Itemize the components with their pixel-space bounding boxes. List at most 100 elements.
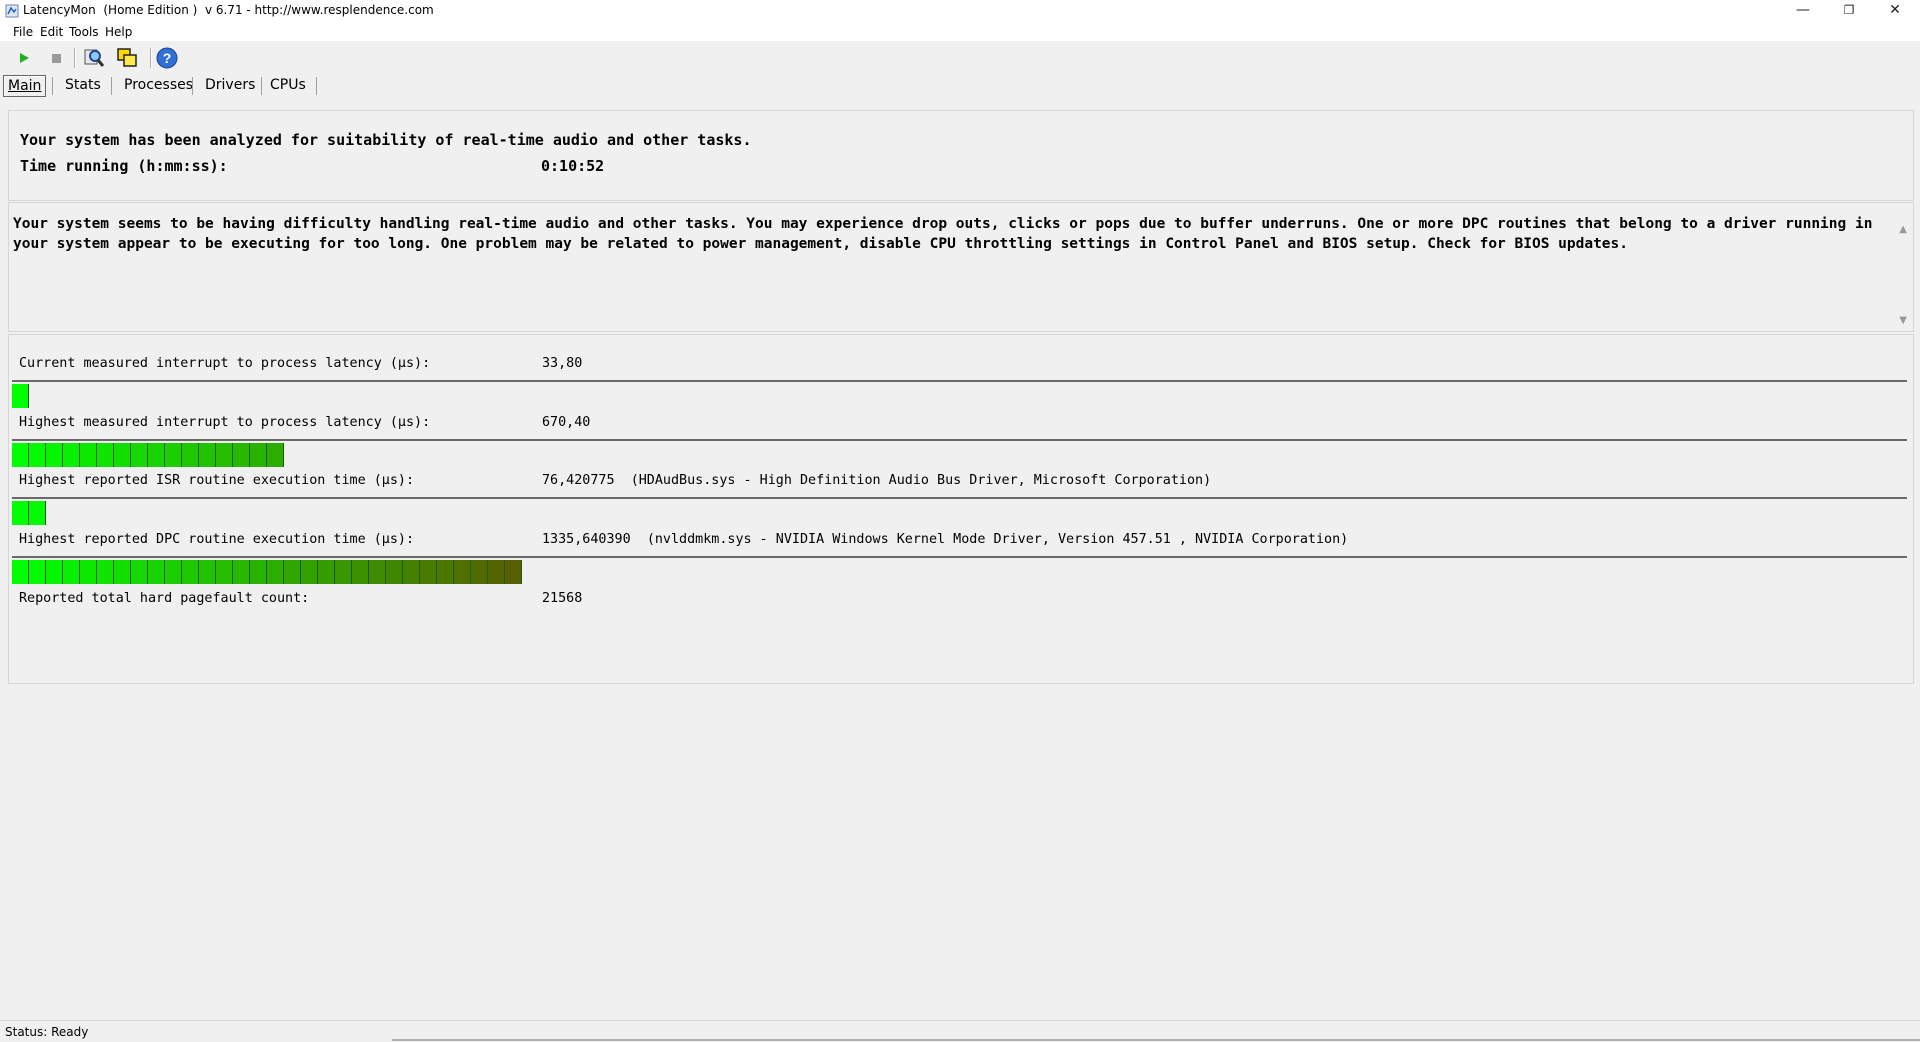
pagefault-label: Reported total hard pagefault count: <box>19 591 310 606</box>
bar-segment <box>29 501 46 525</box>
bar-segment <box>233 560 250 584</box>
bar-segment <box>63 443 80 467</box>
bar-segment <box>97 560 114 584</box>
bar-segment <box>471 560 488 584</box>
minimize-button[interactable]: — <box>1780 0 1826 22</box>
bar-segment <box>301 560 318 584</box>
current-latency-value: 33,80 <box>542 356 583 371</box>
close-button[interactable]: ✕ <box>1872 0 1918 22</box>
bar-segment <box>199 443 216 467</box>
scroll-up-icon[interactable]: ▲ <box>1899 224 1907 235</box>
bar-segment <box>267 560 284 584</box>
bar-segment <box>505 560 522 584</box>
tab-separator <box>52 77 53 95</box>
bar-segment <box>131 443 148 467</box>
bar-segment <box>250 560 267 584</box>
window-copy-button[interactable] <box>115 46 139 70</box>
analysis-text: Your system has been analyzed for suitab… <box>20 131 752 149</box>
bar-fill <box>12 501 46 525</box>
bar-segment <box>488 560 505 584</box>
diagnostic-message: Your system seems to be having difficult… <box>13 216 1873 252</box>
bar-segment <box>148 560 165 584</box>
toolbar-separator <box>74 48 76 68</box>
tab-main[interactable]: Main <box>3 75 47 97</box>
tab-separator <box>192 77 193 95</box>
highest-dpc-number: 1335,640390 <box>542 532 631 547</box>
highest-dpc-bar <box>12 556 1907 584</box>
summary-panel: Your system has been analyzed for suitab… <box>8 110 1914 201</box>
menu-file[interactable]: File <box>13 25 33 39</box>
highest-dpc-value: 1335,640390 (nvlddmkm.sys - NVIDIA Windo… <box>542 532 1348 547</box>
window-title: LatencyMon (Home Edition ) v 6.71 - http… <box>23 3 434 17</box>
bar-segment <box>335 560 352 584</box>
tab-cpus[interactable]: CPUs <box>266 75 310 95</box>
help-button[interactable]: ? <box>155 46 179 70</box>
bar-segment <box>250 443 267 467</box>
windows-icon <box>117 48 137 67</box>
bar-segment <box>420 560 437 584</box>
tab-separator <box>316 77 317 95</box>
bar-segment <box>369 560 386 584</box>
bar-fill <box>12 560 522 584</box>
highest-isr-number: 76,420775 <box>542 473 615 488</box>
app-icon <box>5 4 19 18</box>
highest-isr-bar <box>12 497 1907 525</box>
tab-separator <box>111 77 112 95</box>
bar-segment <box>182 560 199 584</box>
tab-separator <box>261 77 262 95</box>
magnifier-icon <box>84 49 105 67</box>
current-latency-bar <box>12 380 1907 408</box>
bar-segment <box>12 501 29 525</box>
bar-segment <box>437 560 454 584</box>
highest-latency-value: 670,40 <box>542 415 591 430</box>
tab-drivers[interactable]: Drivers <box>201 75 259 95</box>
title-bar: LatencyMon (Home Edition ) v 6.71 - http… <box>0 0 1920 22</box>
restore-button[interactable]: ❐ <box>1826 0 1872 22</box>
bar-fill <box>12 384 29 408</box>
current-latency-label: Current measured interrupt to process la… <box>19 356 431 371</box>
menu-tools[interactable]: Tools <box>69 25 99 39</box>
scroll-down-icon[interactable]: ▼ <box>1899 315 1907 326</box>
tab-processes[interactable]: Processes <box>120 75 197 95</box>
bar-segment <box>80 560 97 584</box>
tab-strip: Main Stats Processes Drivers CPUs <box>0 73 1920 98</box>
metrics-panel: Current measured interrupt to process la… <box>8 334 1914 684</box>
bar-segment <box>284 560 301 584</box>
highest-isr-label: Highest reported ISR routine execution t… <box>19 473 415 488</box>
status-text: Status: Ready <box>5 1025 89 1039</box>
tab-stats[interactable]: Stats <box>61 75 105 95</box>
menu-help[interactable]: Help <box>105 25 132 39</box>
menu-edit[interactable]: Edit <box>40 25 63 39</box>
toolbar: ? <box>0 43 1920 73</box>
bar-fill <box>12 443 284 467</box>
highest-dpc-label: Highest reported DPC routine execution t… <box>19 532 415 547</box>
svg-text:?: ? <box>163 50 172 66</box>
bar-segment <box>403 560 420 584</box>
bar-segment <box>454 560 471 584</box>
drivers-search-button[interactable] <box>82 46 106 70</box>
bar-segment <box>97 443 114 467</box>
start-button[interactable] <box>12 46 36 70</box>
highest-latency-bar <box>12 439 1907 467</box>
bar-segment <box>318 560 335 584</box>
highest-latency-label: Highest measured interrupt to process la… <box>19 415 431 430</box>
toolbar-separator <box>150 48 152 68</box>
help-icon: ? <box>156 47 178 69</box>
bar-segment <box>199 560 216 584</box>
bar-segment <box>216 443 233 467</box>
status-bar: Status: Ready <box>0 1020 1920 1042</box>
bar-segment <box>12 443 29 467</box>
bar-segment <box>352 560 369 584</box>
bar-segment <box>46 443 63 467</box>
highest-isr-value: 76,420775 (HDAudBus.sys - High Definitio… <box>542 473 1211 488</box>
bar-segment <box>46 560 63 584</box>
bar-segment <box>233 443 250 467</box>
bar-segment <box>131 560 148 584</box>
bar-segment <box>165 443 182 467</box>
stop-icon <box>52 54 61 63</box>
stop-button[interactable] <box>44 46 68 70</box>
bar-segment <box>80 443 97 467</box>
bar-segment <box>148 443 165 467</box>
time-running-label: Time running (h:mm:ss): <box>20 157 228 175</box>
bar-segment <box>12 560 29 584</box>
